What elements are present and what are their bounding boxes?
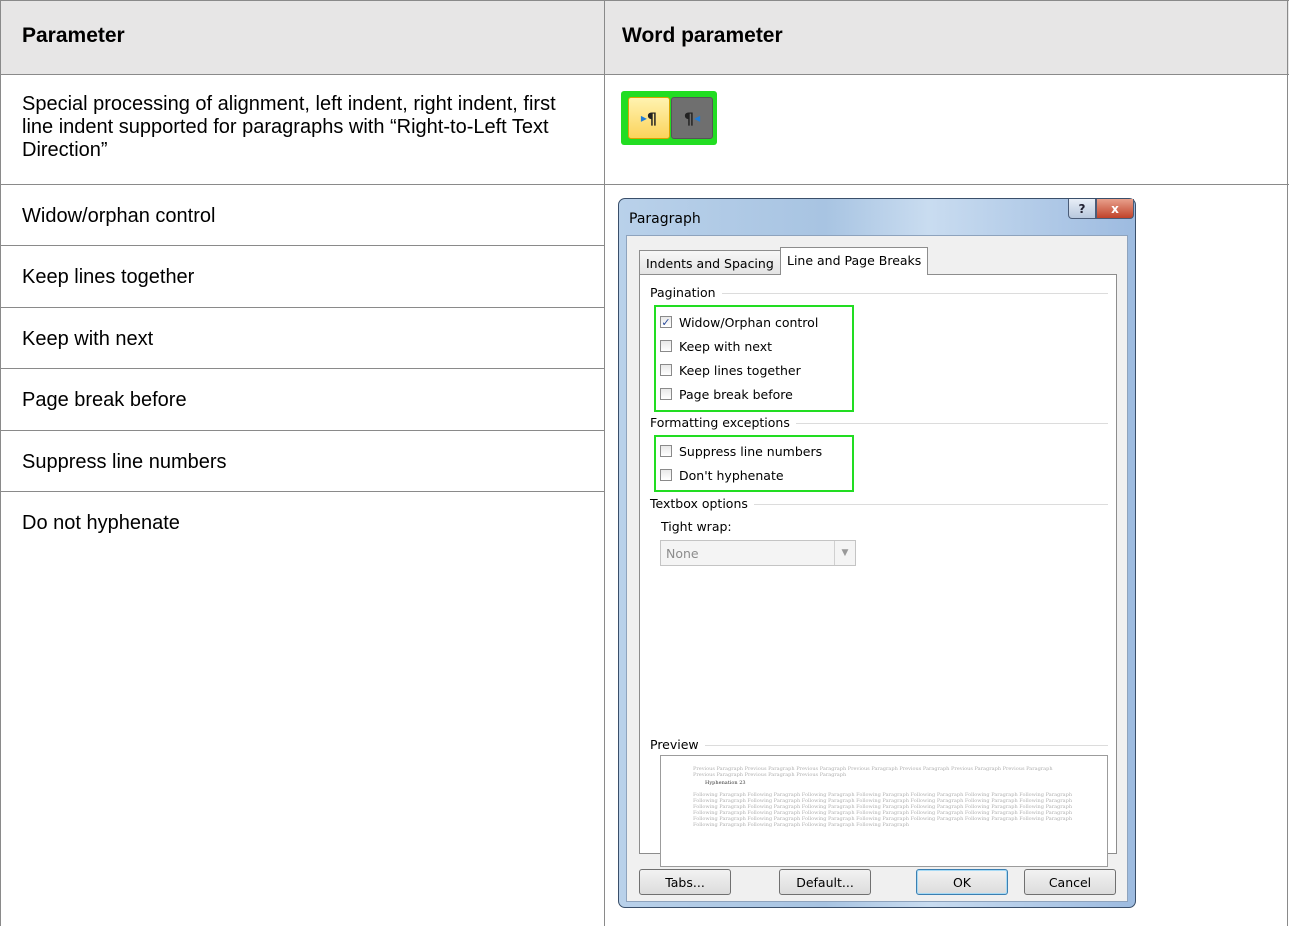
row-divider [0, 368, 605, 369]
help-icon: ? [1078, 201, 1086, 216]
preview-current-text: Hyphenation 23 [705, 780, 746, 786]
checkbox-label: Suppress line numbers [679, 443, 823, 459]
formatting-exceptions-label: Formatting exceptions [650, 415, 796, 430]
widow-orphan-checkbox[interactable]: ✓ Widow/Orphan control [660, 313, 818, 331]
left-to-right-paragraph-icon[interactable]: ▸ ¶ [628, 97, 670, 139]
row-keep-lines-together: Keep lines together [22, 266, 195, 288]
ok-button[interactable]: OK [916, 869, 1008, 895]
row-keep-with-next: Keep with next [22, 328, 154, 350]
preview-previous-text: Previous Paragraph Previous Paragraph Pr… [693, 766, 1053, 778]
checkbox-icon [660, 469, 672, 481]
help-button[interactable]: ? [1068, 199, 1096, 219]
tight-wrap-value: None [666, 546, 699, 561]
preview-box: Previous Paragraph Previous Paragraph Pr… [660, 755, 1108, 867]
paragraph-dialog: Paragraph ? x Indents and Spacing Line a… [618, 198, 1136, 908]
row-do-not-hyphenate: Do not hyphenate [22, 512, 180, 534]
checkbox-icon [660, 388, 672, 400]
preview-label: Preview [650, 737, 705, 752]
preview-separator [650, 745, 1108, 746]
right-to-left-paragraph-icon[interactable]: ¶ ◂ [671, 97, 713, 139]
keep-lines-together-checkbox[interactable]: Keep lines together [660, 361, 801, 379]
dialog-title: Paragraph [629, 211, 701, 227]
header-word-parameter: Word parameter [622, 24, 783, 47]
pagination-label: Pagination [650, 285, 722, 300]
rtl-arrow: ◂ [694, 111, 701, 125]
page-break-before-checkbox[interactable]: Page break before [660, 385, 793, 403]
row-divider [0, 307, 605, 308]
tab-indents-and-spacing[interactable]: Indents and Spacing [639, 250, 781, 274]
checkbox-label: Keep with next [679, 338, 773, 354]
row-divider [0, 74, 1289, 75]
header-parameter: Parameter [22, 24, 125, 47]
row-rtl-description: Special processing of alignment, left in… [22, 93, 556, 161]
rtl-pilcrow: ¶ [683, 108, 695, 128]
checkbox-icon [660, 445, 672, 457]
textbox-options-label: Textbox options [650, 496, 754, 511]
table-divider [604, 0, 605, 926]
checkbox-icon [660, 340, 672, 352]
row-divider [0, 184, 1289, 185]
tab-line-and-page-breaks[interactable]: Line and Page Breaks [780, 247, 929, 275]
row-divider [0, 491, 605, 492]
tabs-button[interactable]: Tabs... [639, 869, 731, 895]
checkbox-label: Keep lines together [679, 362, 801, 378]
row-suppress-line-numbers: Suppress line numbers [22, 451, 227, 473]
keep-with-next-checkbox[interactable]: Keep with next [660, 337, 772, 355]
row-divider [0, 245, 605, 246]
dialog-body: Indents and Spacing Line and Page Breaks… [626, 235, 1128, 902]
table-border-left [0, 0, 1, 926]
chevron-down-icon: ▼ [834, 541, 855, 565]
cancel-button[interactable]: Cancel [1024, 869, 1116, 895]
ltr-pilcrow: ¶ [646, 108, 658, 128]
tight-wrap-select[interactable]: None ▼ [660, 540, 856, 566]
close-button[interactable]: x [1096, 199, 1134, 219]
close-icon: x [1111, 201, 1119, 216]
row-widow-orphan: Widow/orphan control [22, 205, 216, 227]
tab-panel: Pagination ✓ Widow/Orphan control Keep wi… [639, 274, 1117, 867]
checkbox-checked-icon: ✓ [660, 315, 672, 329]
table-border-top [0, 0, 1289, 1]
checkbox-label: Page break before [679, 386, 793, 402]
rtl-buttons-highlight: ▸ ¶ ¶ ◂ [621, 91, 717, 145]
dont-hyphenate-checkbox[interactable]: Don't hyphenate [660, 466, 784, 484]
checkbox-label: Widow/Orphan control [679, 314, 819, 330]
table-border-right [1287, 0, 1288, 926]
preview-following-text: Following Paragraph Following Paragraph … [693, 792, 1073, 828]
checkbox-icon [660, 364, 672, 376]
tight-wrap-label: Tight wrap: [661, 519, 732, 534]
suppress-line-numbers-checkbox[interactable]: Suppress line numbers [660, 442, 822, 460]
row-divider [0, 430, 605, 431]
default-button[interactable]: Default... [779, 869, 871, 895]
checkbox-label: Don't hyphenate [679, 467, 784, 483]
row-page-break-before: Page break before [22, 389, 187, 411]
